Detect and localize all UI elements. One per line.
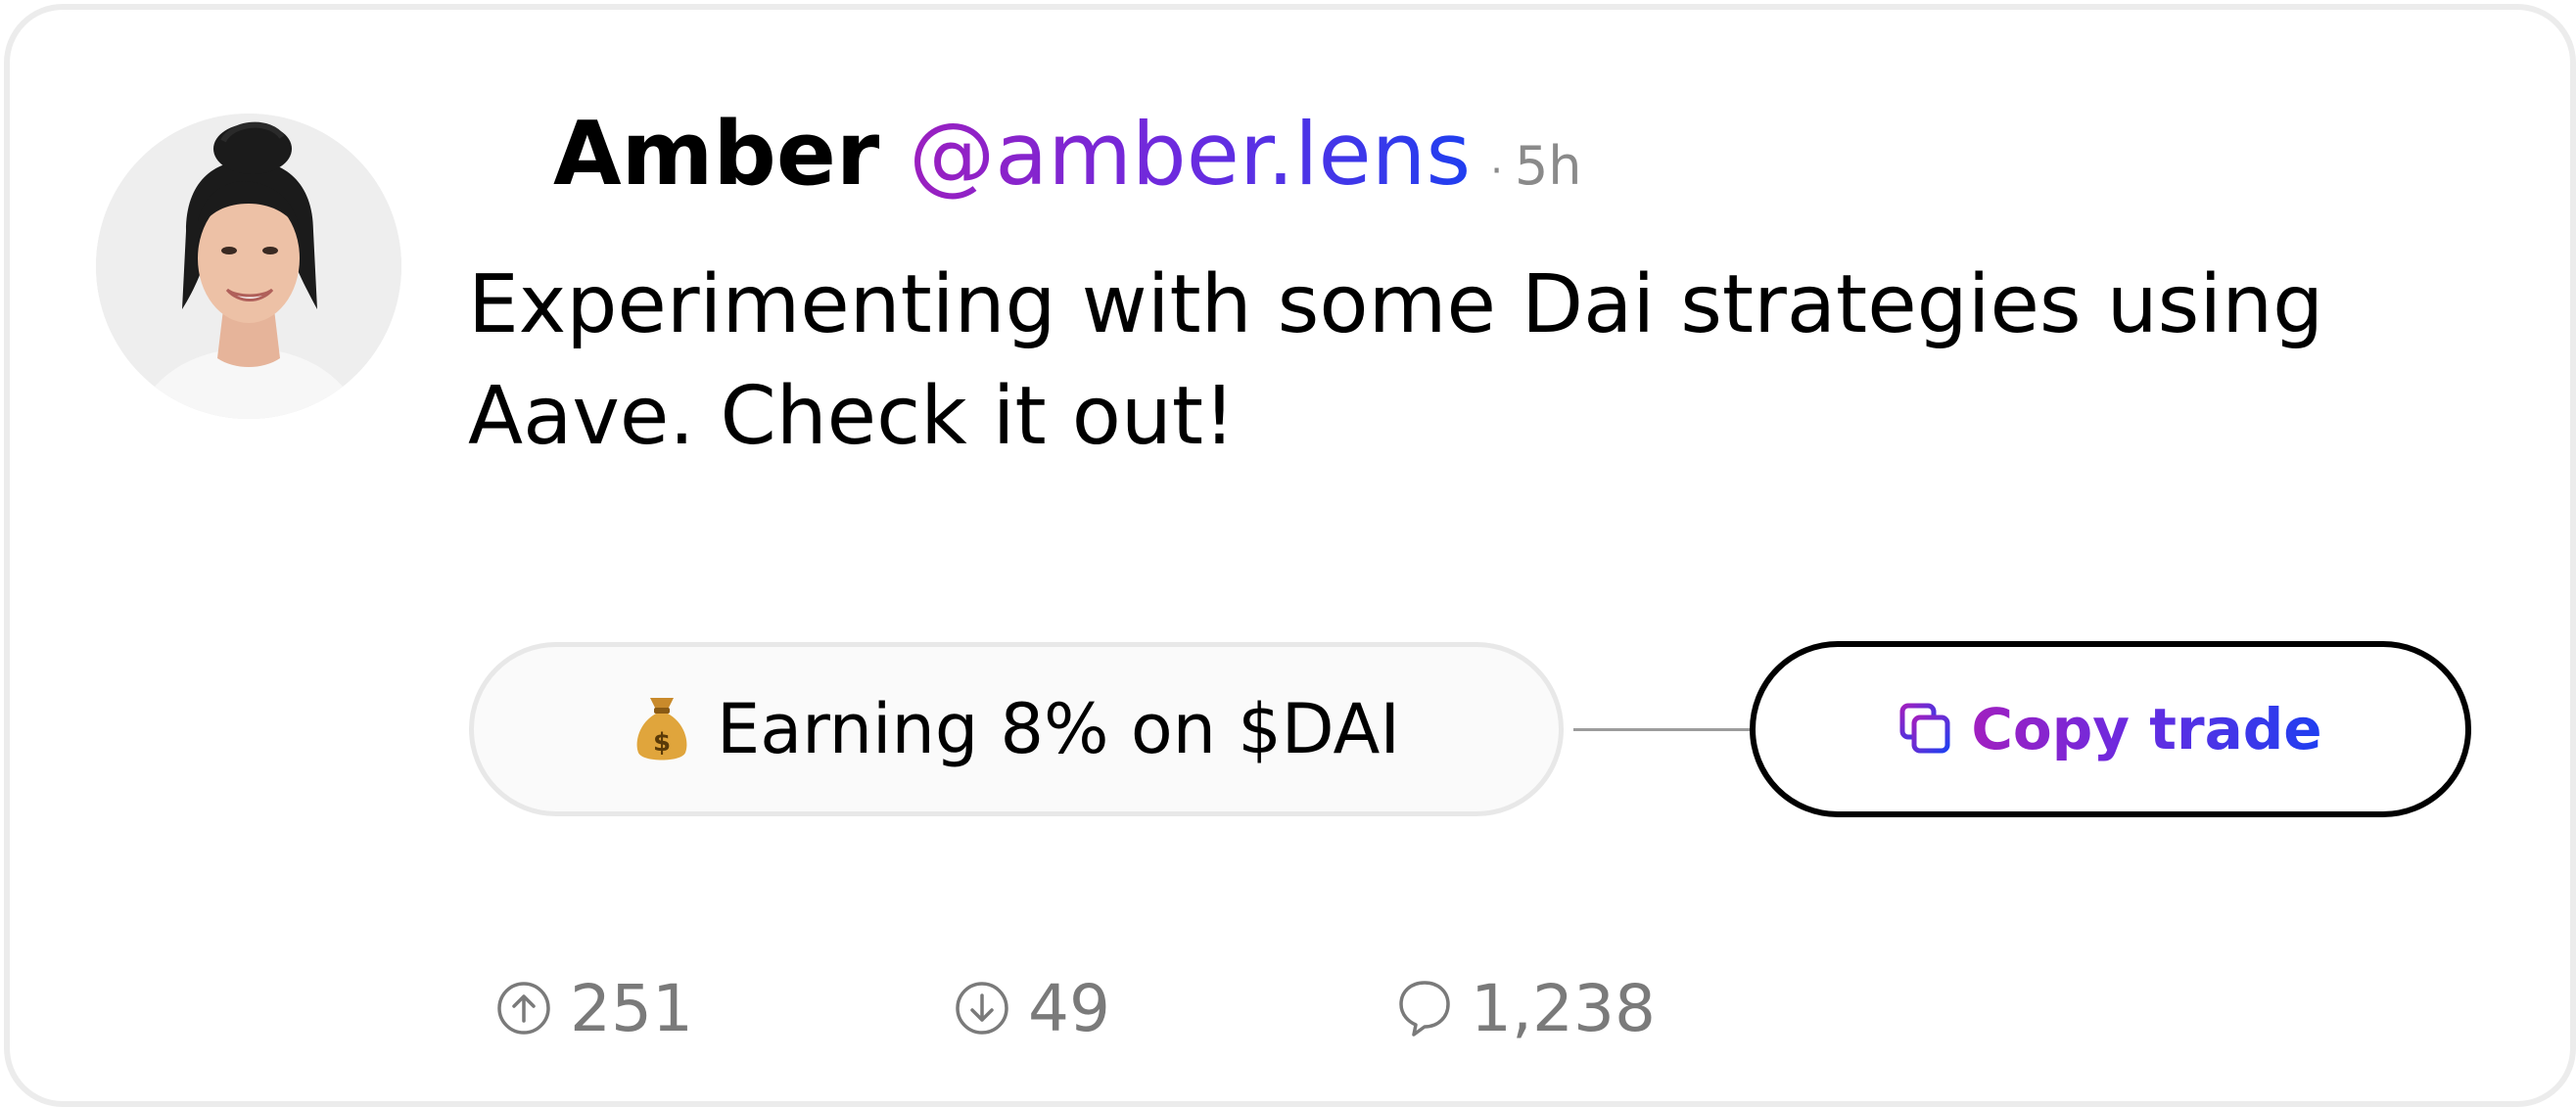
post-card: Amber @amber.lens · 5h Experimenting wit…: [4, 4, 2576, 1107]
author-name[interactable]: Amber: [553, 103, 879, 206]
avatar-photo: [96, 114, 401, 419]
downvote-count: 49: [1028, 970, 1110, 1046]
svg-text:$: $: [653, 728, 671, 758]
author-handle[interactable]: @amber.lens: [909, 104, 1471, 205]
downvote-icon: [954, 980, 1010, 1037]
post-header: Amber @amber.lens · 5h: [553, 103, 1582, 220]
strategy-pill[interactable]: $ Earning 8% on $DAI: [469, 642, 1564, 816]
downvote-button[interactable]: 49: [954, 964, 1110, 1052]
connector-line: [1573, 728, 1750, 731]
upvote-count: 251: [570, 970, 693, 1046]
copy-trade-label: Copy trade: [1971, 696, 2322, 762]
strategy-label: Earning 8% on $DAI: [716, 689, 1401, 769]
copy-icon: [1898, 702, 1953, 757]
separator-dot: ·: [1490, 149, 1503, 194]
comment-count: 1,238: [1471, 970, 1656, 1046]
comments-button[interactable]: 1,238: [1396, 964, 1656, 1052]
post-body: Experimenting with some Dai strategies u…: [468, 258, 2324, 463]
post-timestamp: 5h: [1514, 135, 1582, 197]
upvote-button[interactable]: 251: [495, 964, 693, 1052]
copy-trade-button[interactable]: Copy trade: [1750, 641, 2471, 817]
money-bag-icon: $: [632, 694, 691, 764]
avatar[interactable]: [96, 114, 401, 419]
comment-icon: [1396, 978, 1453, 1038]
upvote-icon: [495, 980, 552, 1037]
